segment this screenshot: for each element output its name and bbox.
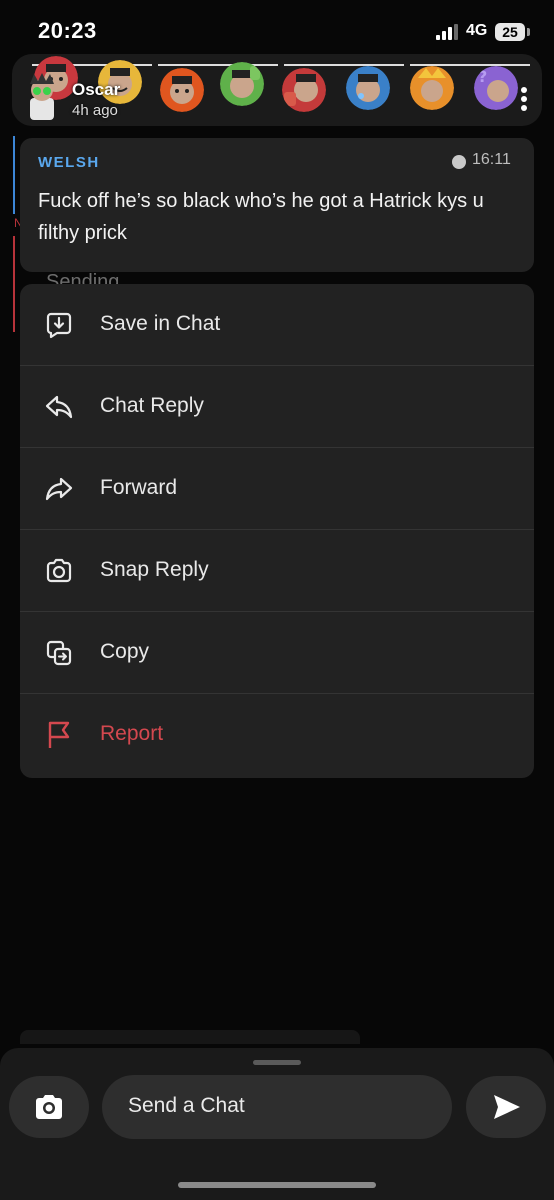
menu-item-copy[interactable]: Copy bbox=[20, 612, 534, 694]
menu-item-label: Save in Chat bbox=[100, 312, 221, 335]
selected-message: WELSH 16:11 Fuck off he’s so black who’s… bbox=[20, 138, 534, 272]
menu-item-snap-reply[interactable]: Snap Reply bbox=[20, 530, 534, 612]
message-action-menu: Save in Chat Chat Reply Forward Snap Rep… bbox=[20, 284, 534, 778]
reaction-question[interactable]: ? bbox=[474, 66, 518, 110]
reaction-crying[interactable] bbox=[346, 66, 390, 110]
signal-icon bbox=[436, 24, 458, 40]
message-time: 16:11 bbox=[472, 151, 511, 168]
camera-button[interactable] bbox=[9, 1076, 89, 1138]
drag-handle[interactable] bbox=[253, 1060, 301, 1065]
forward-arrow-icon bbox=[45, 477, 73, 501]
send-button[interactable] bbox=[466, 1076, 546, 1138]
more-options-icon[interactable] bbox=[520, 86, 528, 112]
menu-item-label: Chat Reply bbox=[100, 394, 204, 417]
story-owner-name[interactable]: Oscar bbox=[72, 80, 120, 100]
camera-icon bbox=[46, 558, 72, 583]
menu-item-label: Copy bbox=[100, 640, 150, 663]
network-label: 4G bbox=[466, 22, 488, 39]
message-status-dot bbox=[452, 155, 466, 169]
camera-icon bbox=[36, 1095, 62, 1119]
menu-item-forward[interactable]: Forward bbox=[20, 448, 534, 530]
story-time-ago: 4h ago bbox=[72, 102, 118, 119]
reaction-thumbs-up[interactable] bbox=[220, 62, 264, 106]
copy-icon bbox=[46, 640, 72, 666]
composer-shadow bbox=[20, 1030, 360, 1044]
chat-composer: Send a Chat bbox=[0, 1048, 554, 1200]
menu-item-label: Forward bbox=[100, 476, 178, 499]
battery-tip bbox=[527, 28, 530, 36]
save-in-chat-icon bbox=[46, 312, 72, 339]
menu-item-label: Snap Reply bbox=[100, 558, 209, 581]
menu-item-save-in-chat[interactable]: Save in Chat bbox=[20, 284, 534, 366]
chat-sender-bar bbox=[13, 136, 15, 214]
send-arrow-icon bbox=[494, 1095, 520, 1119]
message-text: Fuck off he’s so black who’s he got a Ha… bbox=[38, 190, 484, 244]
reply-arrow-icon bbox=[45, 395, 73, 419]
chat-input[interactable]: Send a Chat bbox=[102, 1075, 452, 1139]
reaction-fire[interactable] bbox=[160, 68, 204, 112]
story-header[interactable]: ? Oscar 4h ago bbox=[12, 54, 542, 126]
reaction-thumbs-down[interactable] bbox=[282, 68, 326, 112]
home-indicator bbox=[178, 1182, 376, 1188]
reaction-mind-blown[interactable] bbox=[410, 66, 454, 110]
svg-text:?: ? bbox=[478, 67, 487, 86]
status-bar: 20:23 4G 25 bbox=[0, 0, 554, 60]
menu-item-label: Report bbox=[100, 722, 164, 745]
menu-item-report[interactable]: Report bbox=[20, 694, 534, 776]
battery-badge: 25 bbox=[495, 23, 525, 41]
avatar[interactable] bbox=[22, 72, 62, 120]
message-sender: WELSH bbox=[38, 154, 100, 171]
snapchat-screen: 20:23 4G 25 ? Oscar 4h ago N Sending... … bbox=[0, 0, 554, 1200]
menu-item-chat-reply[interactable]: Chat Reply bbox=[20, 366, 534, 448]
chat-sender-bar bbox=[13, 236, 15, 332]
status-time: 20:23 bbox=[38, 18, 97, 43]
flag-icon bbox=[48, 721, 70, 748]
chat-input-placeholder: Send a Chat bbox=[128, 1094, 245, 1117]
